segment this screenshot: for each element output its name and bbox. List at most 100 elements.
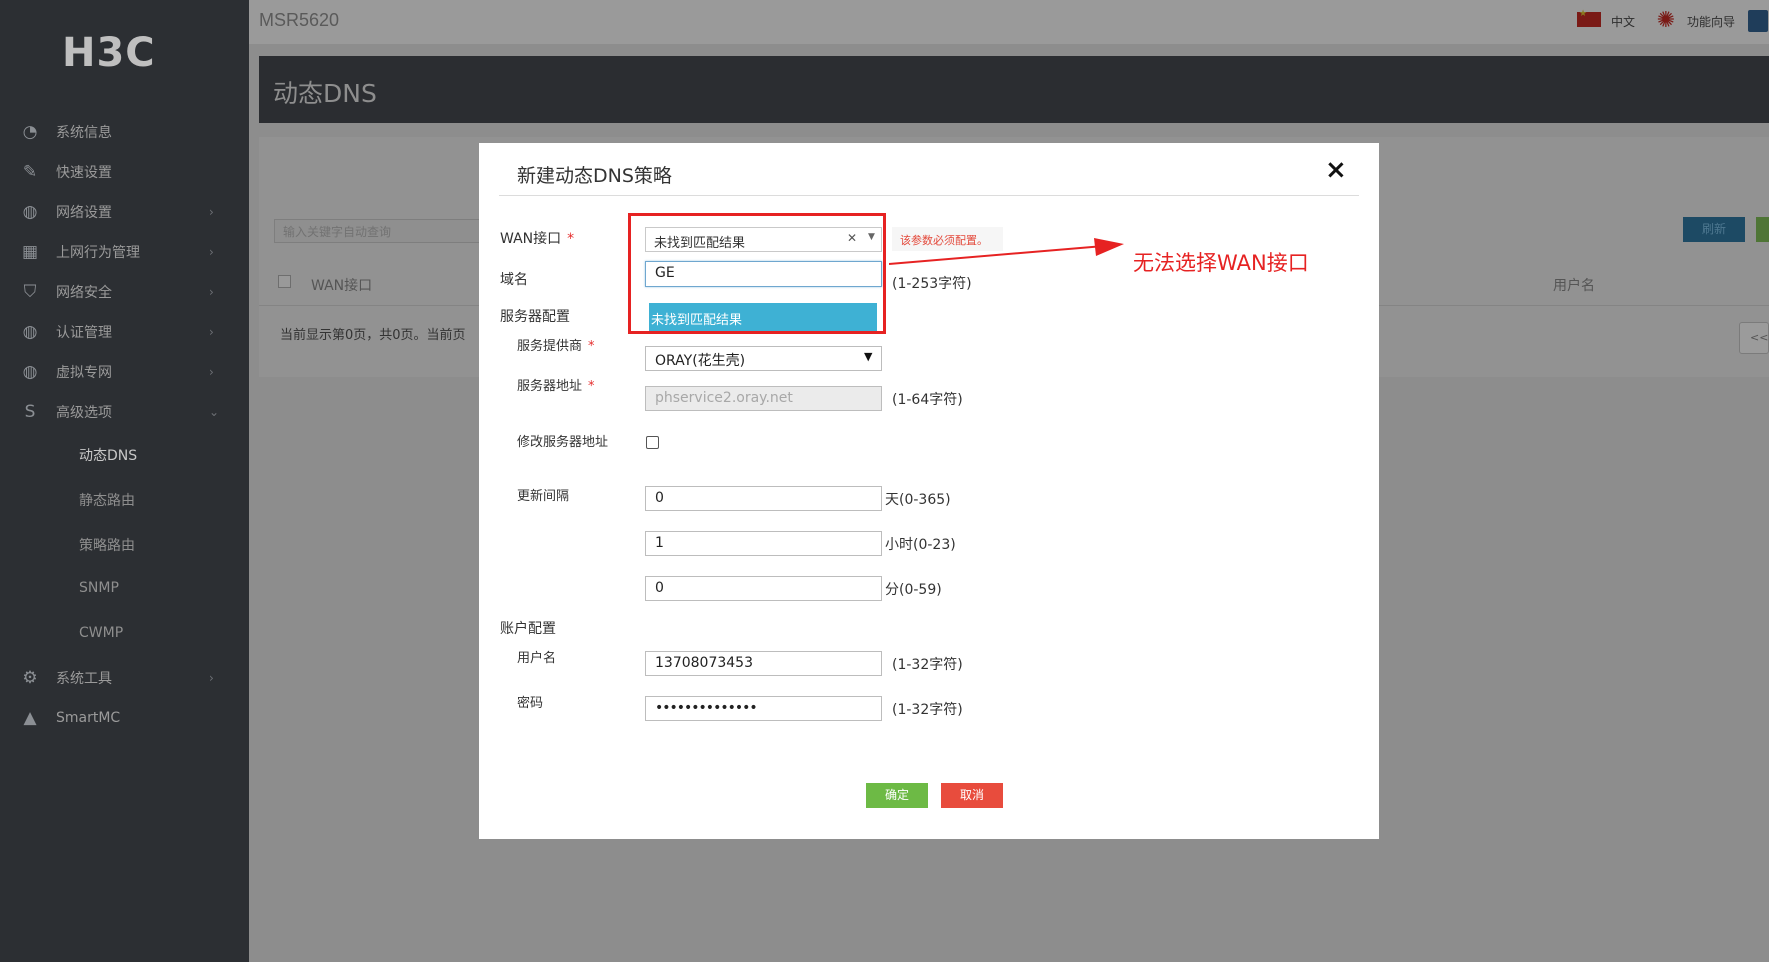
sidebar-subitem-cwmp[interactable]: CWMP [79, 625, 123, 641]
refresh-button[interactable]: 刷新 [1683, 217, 1745, 242]
sidebar-item-label: 高级选项 [56, 405, 112, 421]
domain-label: 域名 [500, 272, 528, 288]
sidebar-item-label: 网络设置 [56, 205, 112, 221]
sidebar-subitem-policy-route[interactable]: 策略路由 [79, 535, 135, 555]
interval-days-unit: 天(0-365) [885, 492, 951, 508]
wizard-icon[interactable]: ✺ [1653, 8, 1679, 34]
password-field[interactable]: •••••••••••••• [645, 696, 882, 721]
server-address-label: 服务器地址 * [517, 375, 595, 394]
sidebar-item-vpn[interactable]: ◍ 虚拟专网 › [0, 352, 249, 392]
sidebar-item-system-info[interactable]: ◔ 系统信息 [0, 112, 249, 152]
globe-icon: ◍ [22, 202, 38, 222]
vpn-globe-icon: ◍ [22, 362, 38, 382]
column-header-wan: WAN接口 [311, 278, 373, 294]
required-mark: * [588, 379, 595, 394]
wizard-link[interactable]: 功能向导 [1687, 13, 1735, 30]
sidebar-subitem-ddns[interactable]: 动态DNS [79, 445, 137, 465]
cancel-button[interactable]: 取消 [941, 783, 1003, 808]
top-bar: MSR5620 中文 ✺ 功能向导 [249, 0, 1769, 44]
provider-value: ORAY(花生壳) [655, 353, 746, 369]
required-mark: * [567, 231, 575, 247]
interval-minutes-field[interactable]: 0 [645, 576, 882, 601]
sidebar-item-auth-mgmt[interactable]: ◍ 认证管理 › [0, 312, 249, 352]
dialog-divider [499, 195, 1359, 196]
provider-select[interactable]: ORAY(花生壳) ▼ [645, 346, 882, 371]
server-address-label-text: 服务器地址 [517, 379, 583, 394]
sidebar-item-network-security[interactable]: ⛉ 网络安全 › [0, 272, 249, 312]
sidebar-item-label: 虚拟专网 [56, 365, 112, 381]
password-hint: (1-32字符) [892, 702, 963, 718]
close-icon[interactable]: × [1325, 155, 1347, 185]
required-mark: * [588, 339, 595, 354]
interval-days-field[interactable]: 0 [645, 486, 882, 511]
device-name: MSR5620 [259, 10, 340, 30]
sidebar-item-label: 快速设置 [56, 165, 112, 181]
domain-hint: (1-253字符) [892, 276, 972, 292]
sidebar-item-behavior-mgmt[interactable]: ▦ 上网行为管理 › [0, 232, 249, 272]
language-switch[interactable]: 中文 [1611, 13, 1635, 30]
sidebar-item-label: 网络安全 [56, 285, 112, 301]
pagination-info: 当前显示第0页，共0页。当前页 [280, 328, 466, 343]
sidebar-item-network-settings[interactable]: ◍ 网络设置 › [0, 192, 249, 232]
account-config-heading: 账户配置 [500, 621, 556, 637]
china-flag-icon[interactable] [1577, 9, 1601, 27]
sidebar-item-label: SmartMC [56, 710, 121, 726]
server-address-field[interactable]: phservice2.oray.net [645, 386, 882, 411]
save-icon[interactable] [1748, 10, 1768, 32]
sidebar-item-label: 认证管理 [56, 325, 112, 341]
server-config-heading: 服务器配置 [500, 309, 570, 325]
sidebar-item-quick-settings[interactable]: ✎ 快速设置 [0, 152, 249, 192]
quick-settings-icon: ✎ [22, 162, 38, 182]
globe-icon: ◍ [22, 322, 38, 342]
select-all-checkbox[interactable] [278, 275, 291, 288]
pager-first-button[interactable]: << [1739, 322, 1769, 354]
modify-server-checkbox[interactable] [646, 436, 659, 449]
provider-label: 服务提供商 * [517, 335, 595, 354]
add-button[interactable] [1756, 217, 1769, 242]
interval-hours-unit: 小时(0-23) [885, 537, 956, 553]
advanced-icon: S [24, 402, 36, 422]
server-address-hint: (1-64字符) [892, 392, 963, 408]
chevron-down-icon: ⌄ [209, 405, 220, 419]
sidebar-item-advanced[interactable]: S 高级选项 ⌄ [0, 392, 249, 432]
username-hint: (1-32字符) [892, 657, 963, 673]
sidebar: H3C ◔ 系统信息 ✎ 快速设置 ◍ 网络设置 › ▦ 上网行为管理 › ⛉ … [0, 0, 249, 962]
chevron-right-icon: › [209, 285, 214, 299]
chevron-right-icon: › [209, 365, 214, 379]
annotation-arrow [889, 238, 1124, 265]
chevron-right-icon: › [209, 245, 214, 259]
tools-icon: ⚙ [22, 668, 38, 688]
sidebar-item-label: 上网行为管理 [56, 245, 140, 261]
annotation-text: 无法选择WAN接口 [1133, 251, 1309, 275]
wan-label-text: WAN接口 [500, 231, 562, 247]
annotation-highlight-box [628, 213, 886, 334]
chevron-down-icon: ▼ [864, 350, 873, 363]
search-input[interactable]: 输入关键字自动查询 [274, 219, 484, 243]
column-header-username: 用户名 [1553, 278, 1595, 294]
dashboard-icon: ◔ [22, 122, 38, 142]
provider-label-text: 服务提供商 [517, 339, 583, 354]
dialog-title: 新建动态DNS策略 [517, 165, 672, 187]
page-header: 动态DNS [259, 56, 1769, 123]
chevron-right-icon: › [209, 205, 214, 219]
smartmc-icon: ▲ [23, 708, 37, 728]
sidebar-item-system-tools[interactable]: ⚙ 系统工具 › [0, 658, 249, 698]
sidebar-item-label: 系统工具 [56, 671, 112, 687]
confirm-button[interactable]: 确定 [866, 783, 928, 808]
interval-minutes-unit: 分(0-59) [885, 582, 942, 598]
sidebar-item-smartmc[interactable]: ▲ SmartMC [0, 698, 249, 738]
username-field[interactable]: 13708073453 [645, 651, 882, 676]
page-title: 动态DNS [273, 79, 377, 108]
h3c-logo: H3C [62, 30, 156, 76]
chevron-right-icon: › [209, 325, 214, 339]
modify-server-label: 修改服务器地址 [517, 435, 609, 450]
sidebar-item-label: 系统信息 [56, 125, 112, 141]
sidebar-subitem-snmp[interactable]: SNMP [79, 580, 119, 596]
wan-interface-label: WAN接口 * [500, 228, 574, 248]
interval-hours-field[interactable]: 1 [645, 531, 882, 556]
sidebar-subitem-static-route[interactable]: 静态路由 [79, 490, 135, 510]
grid-icon: ▦ [21, 242, 39, 262]
username-label: 用户名 [517, 651, 557, 666]
chevron-right-icon: › [209, 671, 214, 685]
shield-icon: ⛉ [23, 282, 37, 302]
